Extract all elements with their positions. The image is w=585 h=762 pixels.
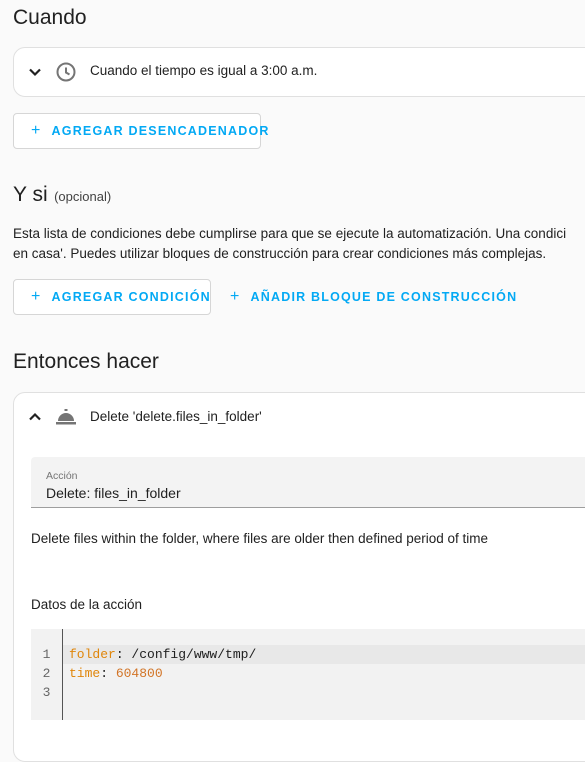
plus-icon: + — [230, 288, 241, 305]
yaml-editor[interactable]: 1 2 3 folder: /config/www/tmp/ time: 604… — [31, 629, 585, 720]
action-select-field[interactable]: Acción Delete: files_in_folder — [31, 457, 585, 508]
action-data-label: Datos de la acción — [31, 597, 143, 612]
add-trigger-button[interactable]: + AGREGAR DESENCADENADOR — [13, 113, 268, 149]
action-card: Delete 'delete.files_in_folder' Acción D… — [13, 392, 585, 762]
yaml-key: folder — [69, 647, 116, 662]
conditions-description-line2: en casa'. Puedes utilizar bloques de con… — [13, 246, 547, 261]
yaml-key: time — [69, 666, 101, 681]
actions-heading: Entonces hacer — [13, 350, 159, 373]
code-line-1: folder: /config/www/tmp/ — [69, 645, 256, 664]
action-field-label: Acción — [46, 470, 78, 482]
trigger-label: Cuando el tiempo es igual a 3:00 a.m. — [90, 63, 318, 78]
conditions-header: Y si (opcional) — [13, 183, 111, 207]
plus-icon: + — [31, 122, 42, 139]
optional-label: (opcional) — [54, 189, 112, 204]
add-building-block-label: AÑADIR BLOQUE DE CONSTRUCCIÓN — [250, 290, 518, 304]
line-number: 3 — [42, 685, 51, 700]
yaml-value: /config/www/tmp/ — [131, 647, 257, 662]
conditions-heading: Y si — [13, 183, 48, 206]
yaml-separator: : — [100, 666, 116, 681]
trigger-card[interactable]: Cuando el tiempo es igual a 3:00 a.m. — [13, 47, 585, 97]
when-heading: Cuando — [13, 6, 87, 29]
action-title[interactable]: Delete 'delete.files_in_folder' — [90, 409, 262, 424]
chevron-up-icon[interactable] — [27, 409, 43, 430]
add-condition-label: AGREGAR CONDICIÓN — [51, 290, 211, 304]
chevron-down-icon[interactable] — [27, 64, 43, 85]
line-number-gutter: 1 2 3 — [31, 629, 63, 720]
line-number: 1 — [42, 647, 51, 662]
plus-icon: + — [31, 288, 42, 305]
action-description: Delete files within the folder, where fi… — [31, 531, 489, 546]
service-bell-icon — [55, 407, 77, 432]
add-building-block-button[interactable]: + AÑADIR BLOQUE DE CONSTRUCCIÓN — [230, 279, 517, 315]
conditions-description-line1: Esta lista de condiciones debe cumplirse… — [13, 226, 567, 241]
action-field-value: Delete: files_in_folder — [46, 485, 181, 501]
add-trigger-label: AGREGAR DESENCADENADOR — [51, 124, 270, 138]
line-number: 2 — [42, 666, 51, 681]
clock-icon — [55, 61, 77, 88]
code-line-2: time: 604800 — [69, 664, 163, 683]
yaml-separator: : — [115, 647, 132, 662]
add-condition-button[interactable]: + AGREGAR CONDICIÓN — [13, 279, 211, 315]
yaml-value: 604800 — [115, 666, 163, 681]
